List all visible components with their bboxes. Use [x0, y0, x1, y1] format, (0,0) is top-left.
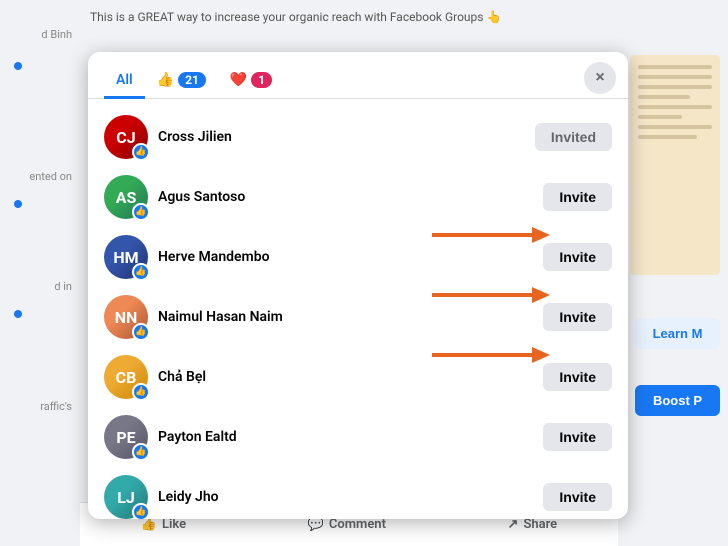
share-label: Share	[523, 517, 557, 532]
table-row: LJ 👍 Leidy Jho Invite	[88, 467, 628, 519]
like-label: Like	[162, 517, 186, 532]
person-name: Chả Bẹl	[158, 369, 533, 385]
dot-1	[14, 62, 22, 70]
avatar-container: NN 👍	[104, 295, 148, 339]
love-tab-icon: ❤️	[230, 72, 247, 88]
right-background: Learn M Boost P	[618, 0, 728, 546]
modal-header: All 👍 21 ❤️ 1 ×	[88, 52, 628, 99]
invite-button[interactable]: Invite	[543, 303, 612, 331]
like-badge: 👍	[132, 383, 150, 401]
love-count-badge: 1	[251, 72, 272, 88]
comment-label: Comment	[329, 517, 386, 532]
table-row: HM 👍 Herve Mandembo Invite	[88, 227, 628, 287]
learn-more-button[interactable]: Learn M	[635, 318, 720, 349]
like-badge: 👍	[132, 263, 150, 281]
like-badge: 👍	[132, 203, 150, 221]
avatar-container: AS 👍	[104, 175, 148, 219]
sidebar-text-3: d in	[54, 280, 72, 293]
sidebar-text-4: raffic's	[40, 400, 72, 413]
avatar-container: PE 👍	[104, 415, 148, 459]
invite-button[interactable]: Invite	[543, 483, 612, 511]
tab-all-label: All	[116, 72, 133, 88]
table-row: PE 👍 Payton Ealtd Invite	[88, 407, 628, 467]
table-row: CB 👍 Chả Bẹl Invite	[88, 347, 628, 407]
dot-3	[14, 310, 22, 318]
person-name: Naimul Hasan Naim	[158, 309, 533, 325]
avatar-container: LJ 👍	[104, 475, 148, 519]
like-action[interactable]: 👍 Like	[141, 517, 186, 532]
person-name: Agus Santoso	[158, 189, 533, 205]
invite-button[interactable]: Invite	[543, 243, 612, 271]
sidebar-text-2: ented on	[29, 170, 72, 183]
table-row: AS 👍 Agus Santoso Invite	[88, 167, 628, 227]
tab-all[interactable]: All	[104, 64, 145, 99]
modal-body: CJ 👍 Cross Jilien Invited AS 👍 Agus Sant…	[88, 99, 628, 519]
sidebar-text-1: d Binh	[41, 28, 72, 41]
boost-button[interactable]: Boost P	[635, 385, 720, 416]
share-action[interactable]: ↗ Share	[508, 517, 558, 532]
modal-close-button[interactable]: ×	[584, 62, 616, 94]
left-sidebar: d Binh ented on d in raffic's	[0, 0, 80, 546]
invited-button: Invited	[535, 123, 612, 151]
tab-loves[interactable]: ❤️ 1	[218, 64, 284, 99]
comment-icon: 💬	[308, 517, 324, 532]
person-name: Cross Jilien	[158, 129, 525, 145]
invite-button[interactable]: Invite	[543, 183, 612, 211]
note-card	[630, 55, 720, 275]
table-row: CJ 👍 Cross Jilien Invited	[88, 107, 628, 167]
avatar-container: HM 👍	[104, 235, 148, 279]
person-name: Payton Ealtd	[158, 429, 533, 445]
like-badge: 👍	[132, 143, 150, 161]
like-count-badge: 21	[178, 72, 206, 88]
person-name: Leidy Jho	[158, 489, 533, 505]
reactions-modal: All 👍 21 ❤️ 1 × CJ 👍 Cross Jilien Invite…	[88, 52, 628, 519]
avatar-container: CB 👍	[104, 355, 148, 399]
person-name: Herve Mandembo	[158, 249, 533, 265]
invite-button[interactable]: Invite	[543, 423, 612, 451]
invite-button[interactable]: Invite	[543, 363, 612, 391]
table-row: NN 👍 Naimul Hasan Naim Invite	[88, 287, 628, 347]
note-lines	[630, 55, 720, 149]
like-icon: 👍	[141, 517, 157, 532]
like-badge: 👍	[132, 323, 150, 341]
tab-likes[interactable]: 👍 21	[145, 64, 218, 99]
comment-action[interactable]: 💬 Comment	[308, 517, 386, 532]
like-badge: 👍	[132, 443, 150, 461]
like-tab-icon: 👍	[157, 72, 174, 88]
dot-2	[14, 200, 22, 208]
avatar-container: CJ 👍	[104, 115, 148, 159]
share-icon: ↗	[508, 517, 519, 532]
post-text: This is a GREAT way to increase your org…	[90, 8, 608, 26]
like-badge: 👍	[132, 503, 150, 519]
